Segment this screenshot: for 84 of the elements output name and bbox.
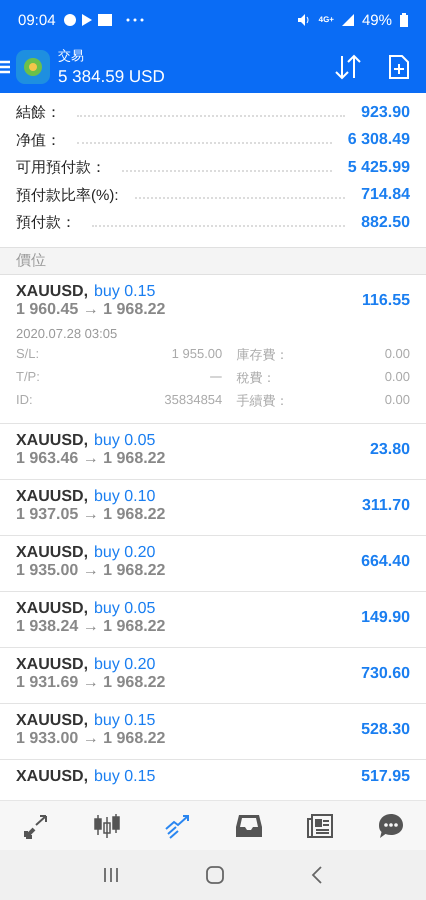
position-prices: 1 937.05 → 1 968.22 (16, 506, 166, 524)
summary-value: 882.50 (361, 214, 410, 232)
position-row[interactable]: XAUUSD, buy 0.05 1 963.46 → 1 968.22 23.80 (0, 424, 426, 480)
summary-value: 923.90 (361, 104, 410, 122)
position-prices: 1 963.46 → 1 968.22 (16, 450, 166, 468)
detail-label: 手續費： (236, 392, 290, 410)
position-row[interactable]: XAUUSD, buy 0.05 1 938.24 → 1 968.22 149.90 (0, 592, 426, 648)
position-symbol: XAUUSD, (16, 600, 88, 618)
position-row[interactable]: XAUUSD, buy 0.20 1 935.00 → 1 968.22 664.40 (0, 536, 426, 592)
position-prices: 1 931.69 → 1 968.22 (16, 674, 166, 692)
position-symbol: XAUUSD, (16, 656, 88, 674)
position-order: buy 0.20 (94, 544, 156, 562)
position-order: buy 0.15 (94, 712, 156, 730)
position-order: buy 0.10 (94, 488, 156, 506)
detail-value: 0.00 (384, 368, 410, 386)
position-prices: 1 938.24 → 1 968.22 (16, 618, 166, 636)
menu-icon[interactable] (0, 60, 10, 74)
position-profit: 730.60 (361, 664, 410, 682)
position-symbol: XAUUSD, (16, 768, 88, 786)
detail-value: 1 955.00 (170, 346, 222, 362)
chat-icon (376, 812, 404, 838)
position-profit: 517.95 (361, 768, 410, 786)
position-symbol: XAUUSD, (16, 712, 88, 730)
new-order-icon[interactable] (388, 54, 410, 80)
app-logo-icon (16, 50, 50, 84)
summary-label: 結餘： (16, 103, 61, 122)
position-symbol: XAUUSD, (16, 282, 88, 300)
position-order: buy 0.05 (94, 432, 156, 450)
position-profit: 528.30 (361, 720, 410, 738)
summary-value: 5 425.99 (348, 158, 410, 177)
back-icon[interactable] (310, 866, 323, 884)
position-order: buy 0.05 (94, 600, 156, 618)
position-profit: 149.90 (361, 608, 410, 626)
battery-icon (400, 13, 408, 27)
position-prices: 1 935.00 → 1 968.22 (16, 562, 166, 580)
network-type: 4G+ (318, 16, 334, 24)
mute-icon (296, 13, 311, 27)
position-row[interactable]: XAUUSD, buy 0.10 1 937.05 → 1 968.22 311.70 (0, 480, 426, 536)
position-symbol: XAUUSD, (16, 432, 88, 450)
newspaper-icon (306, 812, 334, 838)
summary-value: 714.84 (361, 186, 410, 204)
position-prices: 1 933.00 → 1 968.22 (16, 730, 166, 748)
detail-label: S/L: (16, 346, 40, 362)
more-icon (126, 18, 144, 22)
position-row[interactable]: XAUUSD, buy 0.15 1 960.45 → 1 968.22 116.55 2020.07.28 03:05 S/L: 1 955.00 庫存費： 0.00 T/P: 一 稅費： 0.00 ID: 35834854 手續費： 0.00 (0, 274, 426, 424)
position-profit: 664.40 (361, 552, 410, 570)
position-profit: 116.55 (362, 292, 410, 310)
inbox-icon (234, 812, 262, 838)
recents-icon[interactable] (103, 867, 120, 883)
detail-label: T/P: (16, 368, 41, 386)
trend-icon (164, 812, 192, 838)
detail-label: ID: (16, 392, 34, 408)
summary-value: 6 308.49 (348, 131, 410, 150)
candlestick-icon (92, 812, 120, 838)
screen-title: 交易 (58, 46, 85, 64)
status-time: 09:04 (18, 12, 56, 28)
summary-label: 净值： (16, 130, 61, 150)
summary-label: 可用預付款： (16, 158, 106, 178)
summary-label: 預付款比率(%): (16, 186, 118, 205)
position-row[interactable]: XAUUSD, buy 0.20 1 931.69 → 1 968.22 730.60 (0, 648, 426, 704)
position-order: buy 0.15 (94, 768, 156, 786)
position-order: buy 0.15 (94, 282, 156, 300)
home-icon[interactable] (206, 866, 224, 884)
position-profit: 23.80 (370, 440, 410, 458)
detail-label: 稅費： (236, 368, 276, 386)
detail-value: 0.00 (384, 346, 410, 362)
account-balance: 5 384.59 USD (58, 66, 166, 86)
detail-value: 35834854 (164, 392, 222, 408)
section-title: 價位 (16, 251, 46, 270)
position-time: 2020.07.28 03:05 (16, 326, 118, 340)
sort-icon[interactable] (334, 54, 362, 80)
position-row[interactable]: XAUUSD, buy 0.15 1 933.00 → 1 968.22 528.30 (0, 704, 426, 760)
position-symbol: XAUUSD, (16, 544, 88, 562)
summary-label: 預付款： (16, 213, 76, 232)
battery-percent: 49% (362, 12, 392, 28)
detail-value: 一 (208, 368, 222, 386)
arrows-icon (22, 812, 50, 838)
detail-label: 庫存費： (236, 346, 290, 364)
detail-value: 0.00 (384, 392, 410, 408)
signal-icon (342, 14, 354, 26)
position-prices: 1 960.45 → 1 968.22 (16, 300, 166, 318)
position-order: buy 0.20 (94, 656, 156, 674)
position-profit: 311.70 (362, 496, 410, 514)
position-symbol: XAUUSD, (16, 488, 88, 506)
